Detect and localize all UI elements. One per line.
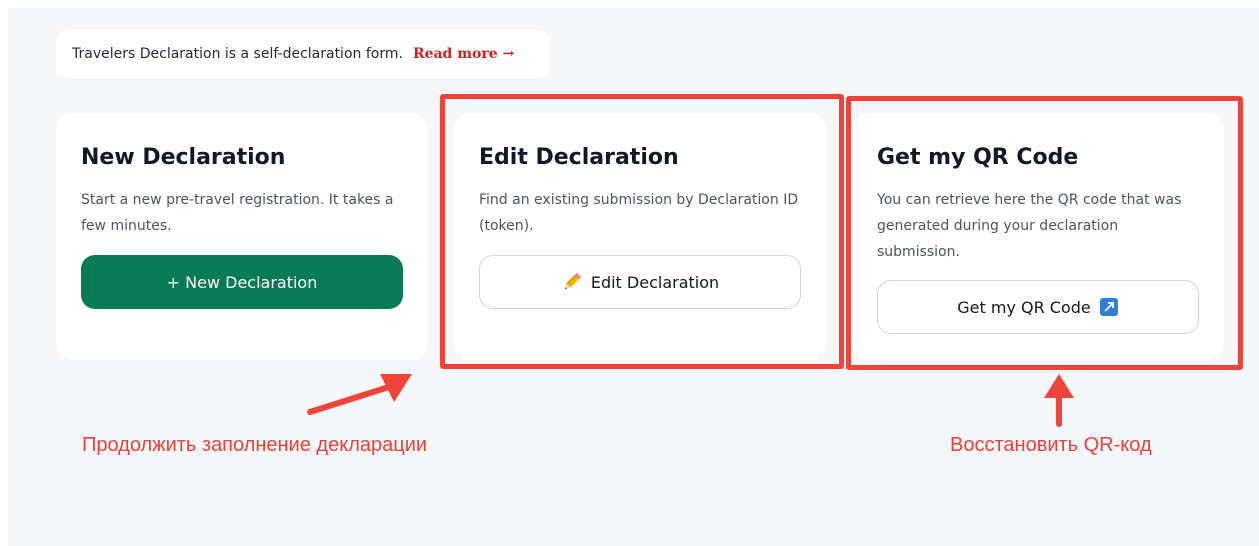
annotation-caption-restore-qr: Восстановить QR-код xyxy=(950,434,1152,456)
new-declaration-title: New Declaration xyxy=(81,145,286,170)
new-declaration-button-label: + New Declaration xyxy=(166,272,318,292)
annotation-caption-continue: Продолжить заполнение декларации xyxy=(82,434,428,456)
qr-code-highlight xyxy=(846,96,1243,370)
banner-text: Travelers Declaration is a self-declarat… xyxy=(72,46,403,62)
annotation-arrow-left xyxy=(307,374,412,415)
annotation-arrow-right xyxy=(1044,374,1074,427)
read-more-link[interactable]: Read more → xyxy=(413,46,514,62)
new-declaration-description: Start a new pre-travel registration. It … xyxy=(81,192,394,234)
new-declaration-card: New Declaration Start a new pre-travel r… xyxy=(56,113,428,360)
info-banner: Travelers Declaration is a self-declarat… xyxy=(56,30,550,78)
new-declaration-button[interactable]: + New Declaration xyxy=(81,255,403,309)
edit-declaration-highlight xyxy=(440,94,844,369)
